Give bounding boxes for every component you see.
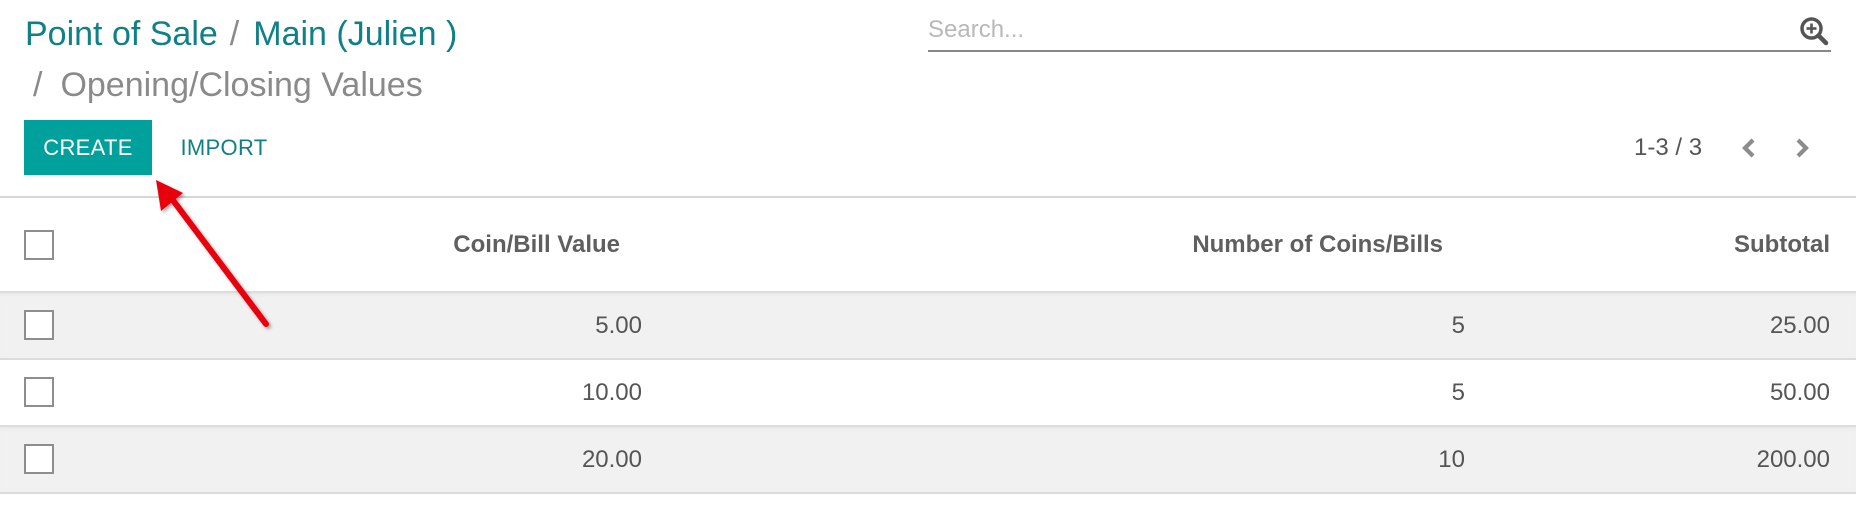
pager-previous-button[interactable]	[1735, 133, 1763, 163]
search-plus-icon[interactable]	[1799, 16, 1829, 46]
cell-number-of-coins-bills: 10	[1438, 446, 1465, 473]
cell-subtotal: 50.00	[1769, 379, 1830, 406]
cell-subtotal: 200.00	[1756, 446, 1830, 473]
row-checkbox[interactable]	[24, 310, 54, 340]
chevron-left-icon	[1742, 138, 1755, 158]
cell-number-of-coins-bills: 5	[1451, 379, 1465, 406]
table-bottom-border	[0, 492, 1856, 494]
column-header-number-of-coins-bills[interactable]: Number of Coins/Bills	[1192, 230, 1443, 260]
search-bar	[928, 8, 1831, 52]
breadcrumb-separator: /	[33, 66, 43, 104]
breadcrumb-item-point-of-sale[interactable]: Point of Sale	[25, 15, 218, 53]
cell-number-of-coins-bills: 5	[1451, 312, 1465, 339]
import-button[interactable]: IMPORT	[166, 120, 282, 175]
cell-subtotal: 25.00	[1769, 312, 1830, 339]
pager-next-button[interactable]	[1788, 133, 1816, 163]
table-row[interactable]: 20.00 10 200.00	[0, 425, 1856, 492]
row-checkbox[interactable]	[24, 377, 54, 407]
row-checkbox[interactable]	[24, 444, 54, 474]
breadcrumb: Point of Sale / Main (Julien )	[25, 12, 457, 56]
column-header-coin-bill-value[interactable]: Coin/Bill Value	[453, 230, 620, 260]
breadcrumb-current-line: / Opening/Closing Values	[33, 63, 423, 107]
search-input[interactable]	[928, 12, 1778, 48]
breadcrumb-item-main-session[interactable]: Main (Julien )	[253, 15, 457, 53]
control-panel-divider	[0, 196, 1856, 198]
chevron-right-icon	[1796, 138, 1809, 158]
cell-coin-bill-value: 5.00	[595, 312, 642, 339]
cell-coin-bill-value: 20.00	[581, 446, 642, 473]
table-row[interactable]: 5.00 5 25.00	[0, 291, 1856, 358]
cell-coin-bill-value: 10.00	[581, 379, 642, 406]
select-all-checkbox[interactable]	[24, 230, 54, 260]
table-row[interactable]: 10.00 5 50.00	[0, 358, 1856, 425]
pager-value[interactable]: 1-3 / 3	[1634, 133, 1702, 163]
column-header-subtotal[interactable]: Subtotal	[1734, 230, 1830, 260]
create-button[interactable]: CREATE	[24, 120, 152, 175]
breadcrumb-separator: /	[229, 15, 240, 53]
page-title: Opening/Closing Values	[60, 66, 423, 104]
